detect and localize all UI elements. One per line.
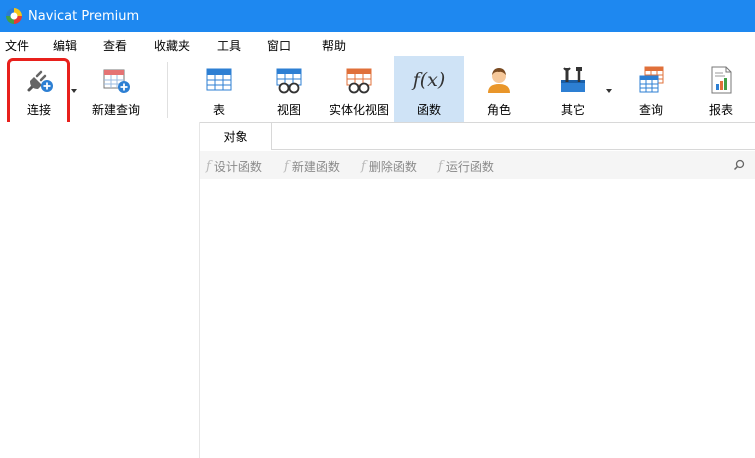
design-function-icon: f [206,159,211,174]
new-function-button[interactable]: f 新建函数 [284,158,340,175]
delete-function-icon: f [361,159,366,174]
run-function-label: 运行函数 [445,160,494,174]
menu-edit[interactable]: 编辑 [53,37,77,54]
object-list-area[interactable] [200,179,755,458]
other-dropdown-icon[interactable] [606,89,612,93]
table-button[interactable]: 表 [190,56,248,122]
menu-favorites[interactable]: 收藏夹 [154,37,190,54]
new-function-label: 新建函数 [291,160,340,174]
menu-tools[interactable]: 工具 [217,37,241,54]
report-button[interactable]: 报表 [692,56,750,122]
run-function-icon: f [438,159,443,174]
user-icon [483,64,515,96]
object-toolbar: f 设计函数 f 新建函数 f 删除函数 f 运行函数 [200,151,755,179]
menu-bar: 文件 编辑 查看 收藏夹 工具 窗口 帮助 [0,32,755,56]
report-icon [705,64,737,96]
query-label: 查询 [638,103,663,117]
query-icon [635,64,667,96]
menu-help[interactable]: 帮助 [322,37,346,54]
design-function-label: 设计函数 [213,160,262,174]
menu-window[interactable]: 窗口 [267,37,291,54]
navicat-logo-icon [6,8,22,24]
function-icon: f(x) [412,64,446,96]
connect-dropdown-icon[interactable] [71,89,77,93]
view-label: 视图 [276,103,301,117]
delete-function-label: 删除函数 [368,160,417,174]
function-icon-glyph: f(x) [412,69,446,91]
other-button[interactable]: 其它 [544,56,602,122]
materialized-view-button[interactable]: 实体化视图 [326,56,392,122]
delete-function-button[interactable]: f 删除函数 [361,158,417,175]
view-button[interactable]: 视图 [260,56,318,122]
table-icon [203,64,235,96]
other-label: 其它 [560,103,585,117]
tools-icon [557,64,589,96]
role-button[interactable]: 角色 [470,56,528,122]
new-query-icon [100,64,132,96]
function-label: 函数 [416,103,441,117]
toolbar-separator [167,62,168,118]
menu-view[interactable]: 查看 [103,37,127,54]
title-bar: Navicat Premium [0,0,755,32]
tab-object-label: 对象 [223,130,248,144]
design-function-button[interactable]: f 设计函数 [206,158,262,175]
main-toolbar: 连接 新建查询 表 视图 实体化视图 f(x) 函数 角色 其它 查询 报表 [0,56,755,122]
run-function-button[interactable]: f 运行函数 [438,158,494,175]
role-label: 角色 [486,103,511,117]
connection-tree-panel[interactable] [0,122,200,458]
new-function-icon: f [284,159,289,174]
search-icon[interactable] [733,159,745,171]
function-button[interactable]: f(x) 函数 [394,56,464,122]
new-query-label: 新建查询 [91,103,140,117]
view-icon [273,64,305,96]
window-title: Navicat Premium [28,8,140,24]
connect-highlight-box [7,58,70,128]
materialized-view-icon [343,64,375,96]
tab-bar: 对象 [200,122,755,150]
new-query-button[interactable]: 新建查询 [86,56,146,122]
report-label: 报表 [708,103,733,117]
table-label: 表 [212,103,225,117]
tab-bar-filler [272,122,755,149]
menu-file[interactable]: 文件 [5,37,29,54]
materialized-view-label: 实体化视图 [328,103,389,117]
query-button[interactable]: 查询 [622,56,680,122]
tab-object[interactable]: 对象 [200,122,272,150]
